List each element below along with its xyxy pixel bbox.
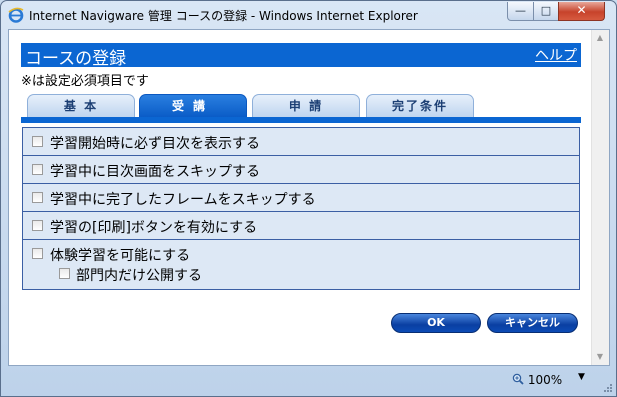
page-title: コースの登録 (25, 49, 127, 69)
option-label: 学習中に完了したフレームをスキップする (50, 192, 316, 208)
zoom-level: 100% (527, 373, 563, 387)
option-label: 学習の[印刷]ボタンを有効にする (50, 220, 258, 236)
option-row: 体験学習を可能にする 部門内だけ公開する (23, 240, 579, 289)
option-label: 学習開始時に必ず目次を表示する (50, 136, 260, 152)
minimize-button[interactable]: — (507, 2, 534, 21)
sub-option-label: 部門内だけ公開する (76, 268, 202, 284)
maximize-button[interactable]: □ (533, 2, 559, 21)
window-title: Internet Navigware 管理 コースの登録 - Windows I… (29, 9, 418, 23)
department-only-checkbox[interactable] (59, 268, 70, 279)
option-row: 学習中に完了したフレームをスキップする (23, 184, 579, 212)
scroll-down-arrow-icon[interactable]: ▼ (592, 349, 608, 365)
zoom-dropdown-icon[interactable]: ▼ (578, 372, 585, 382)
resize-grip-icon[interactable] (603, 383, 613, 393)
close-button[interactable]: ✕ (558, 2, 605, 21)
option-row: 学習中に目次画面をスキップする (23, 156, 579, 184)
zoom-control[interactable]: 100% (512, 373, 562, 387)
magnifier-icon (512, 373, 524, 385)
option-row: 学習の[印刷]ボタンを有効にする (23, 212, 579, 240)
trial-learning-checkbox[interactable] (32, 248, 43, 259)
page-viewport: コースの登録 ヘルプ ※は設定必須項目です 基 本 受講 申 請 完了条件 学習… (8, 29, 610, 366)
tab-attendance[interactable]: 受講 (139, 94, 247, 117)
status-bar: 100% ▼ (1, 366, 616, 396)
skip-completed-frames-checkbox[interactable] (32, 192, 43, 203)
options-panel: 学習開始時に必ず目次を表示する 学習中に目次画面をスキップする 学習中に完了した… (22, 127, 580, 290)
tab-basic[interactable]: 基 本 (27, 94, 135, 117)
cancel-button[interactable]: キャンセル (487, 313, 578, 333)
tab-completion-conditions[interactable]: 完了条件 (366, 94, 474, 117)
title-bar[interactable]: Internet Navigware 管理 コースの登録 - Windows I… (1, 1, 616, 29)
page-header: コースの登録 ヘルプ (21, 43, 581, 69)
required-note: ※は設定必須項目です (21, 74, 149, 89)
show-toc-checkbox[interactable] (32, 136, 43, 147)
tab-application[interactable]: 申 請 (252, 94, 360, 117)
ok-button[interactable]: OK (391, 313, 481, 333)
internet-explorer-icon (8, 7, 24, 23)
browser-window: Internet Navigware 管理 コースの登録 - Windows I… (0, 0, 617, 397)
scroll-up-arrow-icon[interactable]: ▲ (592, 30, 608, 46)
option-row: 学習開始時に必ず目次を表示する (23, 128, 579, 156)
option-label: 体験学習を可能にする (50, 248, 191, 264)
skip-toc-checkbox[interactable] (32, 164, 43, 175)
help-link[interactable]: ヘルプ (535, 45, 577, 65)
enable-print-button-checkbox[interactable] (32, 220, 43, 231)
tab-underline (21, 117, 581, 123)
vertical-scrollbar[interactable]: ▲ ▼ (591, 30, 609, 365)
option-label: 学習中に目次画面をスキップする (50, 164, 260, 180)
